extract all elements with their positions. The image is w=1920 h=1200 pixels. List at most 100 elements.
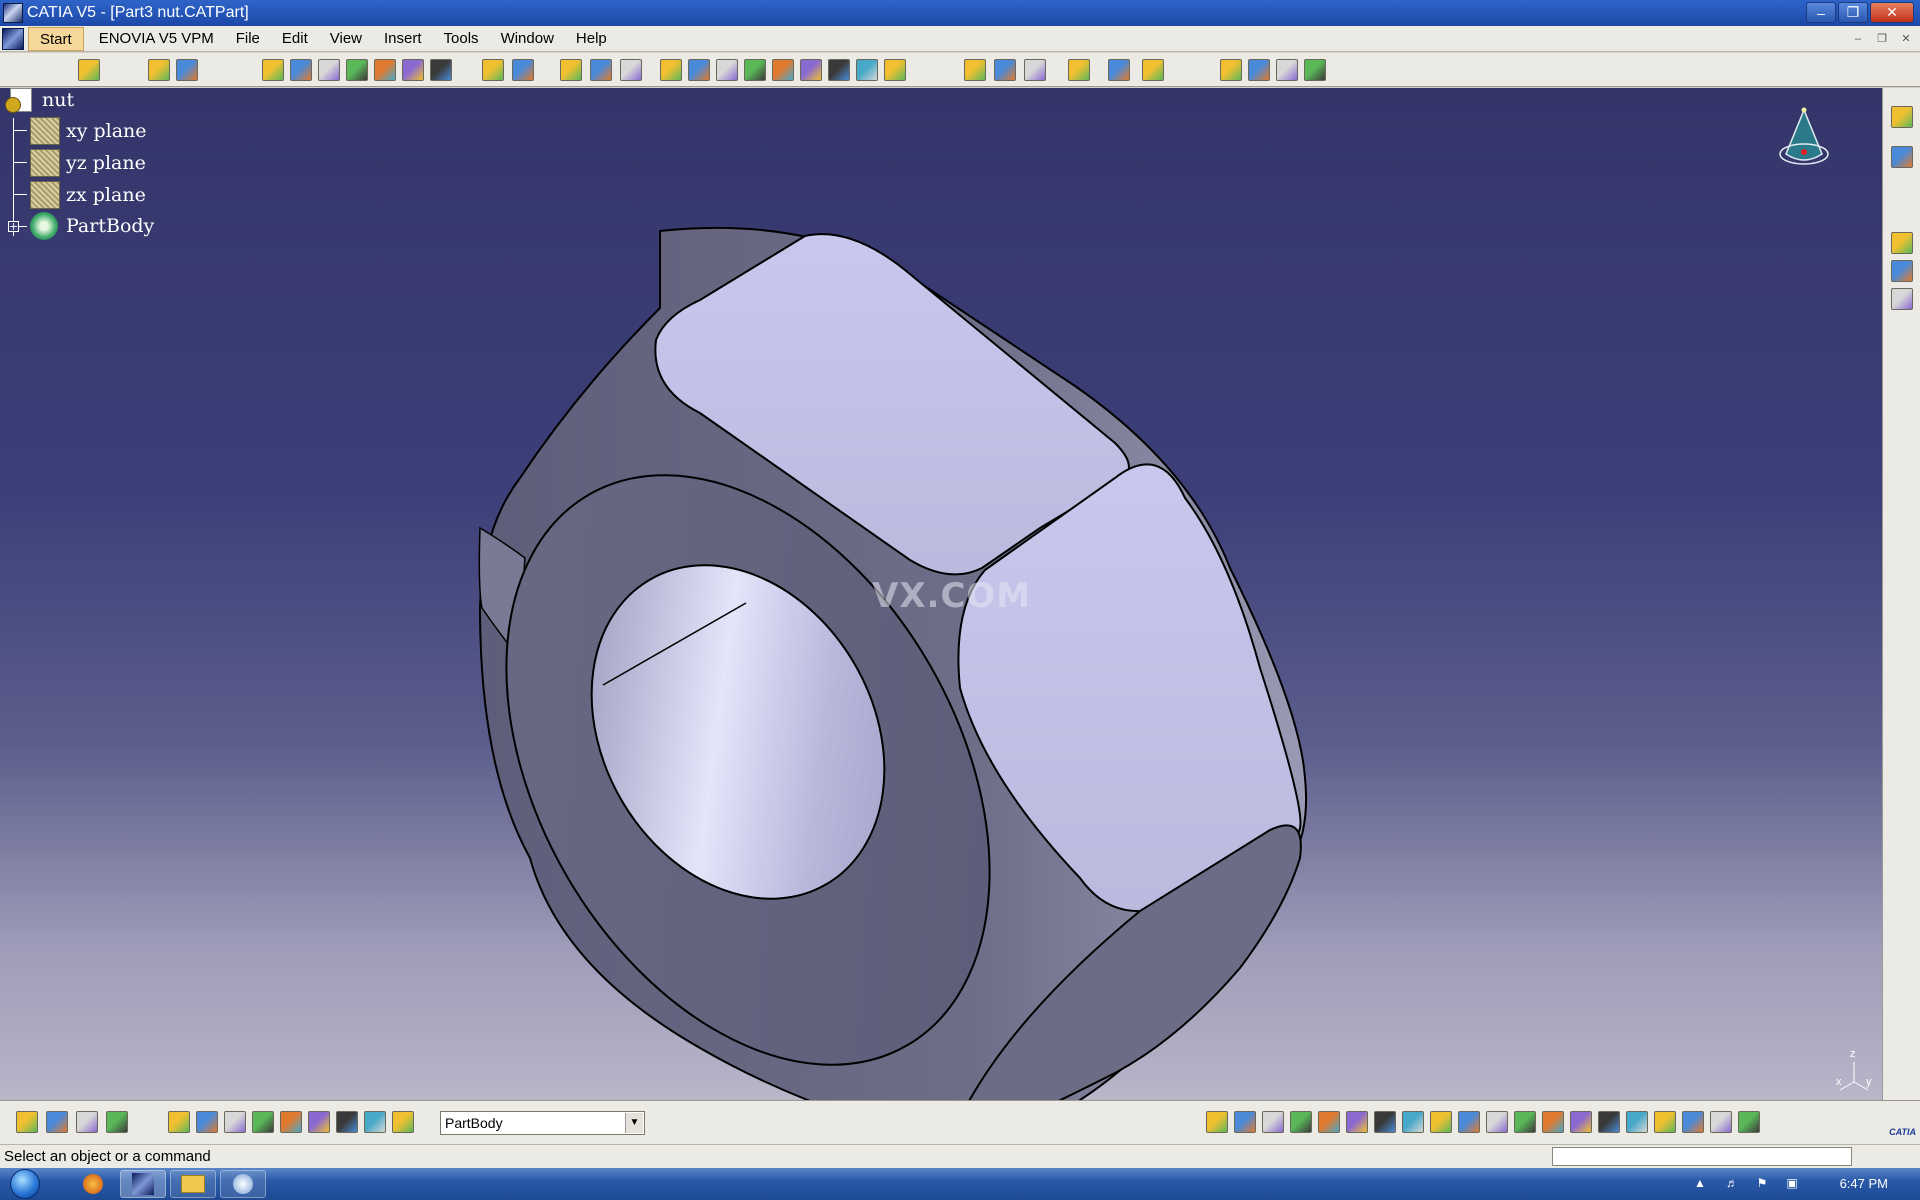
current-body-select[interactable]: PartBody ▼ xyxy=(440,1111,645,1135)
layer-icon[interactable] xyxy=(364,1111,386,1133)
stiffener-icon[interactable] xyxy=(402,59,424,81)
firefox-taskbar-icon[interactable] xyxy=(70,1170,116,1198)
close-button[interactable]: ✕ xyxy=(1870,2,1914,23)
thick-surface-icon[interactable] xyxy=(828,59,850,81)
zoom-in-icon[interactable] xyxy=(1598,1111,1620,1133)
fly-icon[interactable] xyxy=(196,1111,218,1133)
analysis-icon[interactable] xyxy=(1304,59,1326,81)
wireframe-icon[interactable] xyxy=(308,1111,330,1133)
chevron-down-icon[interactable]: ▼ xyxy=(625,1113,643,1133)
hide-show-icon[interactable] xyxy=(336,1111,358,1133)
split-icon[interactable] xyxy=(800,59,822,81)
save-icon[interactable] xyxy=(1262,1111,1284,1133)
catia-taskbar-button[interactable] xyxy=(120,1170,166,1198)
view-mode-icon[interactable] xyxy=(1891,106,1913,128)
print-icon[interactable] xyxy=(1290,1111,1312,1133)
scale-icon[interactable] xyxy=(1142,59,1164,81)
new-icon[interactable] xyxy=(1206,1111,1228,1133)
doc-close-button[interactable]: ✕ xyxy=(1896,30,1916,47)
boolean-icon[interactable] xyxy=(1220,59,1242,81)
capture-icon[interactable] xyxy=(168,1111,190,1133)
undo-icon[interactable] xyxy=(1402,1111,1424,1133)
catia-app-icon[interactable] xyxy=(3,3,23,23)
numeric-icon[interactable] xyxy=(280,1111,302,1133)
redo-icon[interactable] xyxy=(1430,1111,1452,1133)
lock-icon[interactable] xyxy=(106,1111,128,1133)
apply-material-icon[interactable] xyxy=(1891,146,1913,168)
compass-icon[interactable] xyxy=(1774,104,1834,184)
rotate-icon[interactable] xyxy=(994,59,1016,81)
doc-minimize-button[interactable]: – xyxy=(1848,30,1868,47)
menu-tools[interactable]: Tools xyxy=(433,27,490,51)
tray-arrow-icon[interactable]: ▲ xyxy=(1692,1176,1708,1192)
view-mode-icon[interactable] xyxy=(1710,1111,1732,1133)
point-icon[interactable] xyxy=(716,59,738,81)
close-surface-icon[interactable] xyxy=(856,59,878,81)
sew-surface-icon[interactable] xyxy=(884,59,906,81)
catia-menu-icon[interactable] xyxy=(2,27,24,50)
center-icon[interactable] xyxy=(1514,1111,1536,1133)
open-icon[interactable] xyxy=(1234,1111,1256,1133)
menu-enovia[interactable]: ENOVIA V5 VPM xyxy=(88,27,225,51)
menu-start[interactable]: Start xyxy=(28,26,84,51)
menu-help[interactable]: Help xyxy=(565,27,618,51)
formula-icon[interactable] xyxy=(1891,260,1913,282)
menu-insert[interactable]: Insert xyxy=(373,27,433,51)
whats-this-icon[interactable] xyxy=(1458,1111,1480,1133)
catalog-icon[interactable] xyxy=(1891,288,1913,310)
menu-view[interactable]: View xyxy=(319,27,373,51)
maximize-button[interactable]: ❐ xyxy=(1838,2,1868,23)
fix-icon[interactable] xyxy=(76,1111,98,1133)
3d-viewport[interactable]: nut xy plane yz plane zx plane + PartBod… xyxy=(0,88,1882,1100)
hole-icon[interactable] xyxy=(318,59,340,81)
pattern-icon[interactable] xyxy=(1108,59,1130,81)
select-icon[interactable] xyxy=(1248,59,1270,81)
rotate-view-icon[interactable] xyxy=(1570,1111,1592,1133)
body-icon[interactable] xyxy=(392,1111,414,1133)
minimize-button[interactable]: – xyxy=(1806,2,1836,23)
chamfer-icon[interactable] xyxy=(560,59,582,81)
draft-icon[interactable] xyxy=(590,59,612,81)
sketcher-icon[interactable] xyxy=(78,59,100,81)
axis-icon[interactable] xyxy=(252,1111,274,1133)
constraint-icon[interactable] xyxy=(46,1111,68,1133)
knowledge-icon[interactable] xyxy=(1891,232,1913,254)
fillet-icon[interactable] xyxy=(512,59,534,81)
normal-view-icon[interactable] xyxy=(1654,1111,1676,1133)
symmetry-icon[interactable] xyxy=(1024,59,1046,81)
pan-view-icon[interactable] xyxy=(1542,1111,1564,1133)
plane-icon[interactable] xyxy=(772,59,794,81)
menu-file[interactable]: File xyxy=(225,27,271,51)
slot-icon[interactable] xyxy=(374,59,396,81)
fit-all-icon[interactable] xyxy=(1486,1111,1508,1133)
line-icon[interactable] xyxy=(744,59,766,81)
flag-icon[interactable]: ⚑ xyxy=(1754,1176,1770,1192)
explorer-taskbar-button[interactable] xyxy=(170,1170,216,1198)
shaft-icon[interactable] xyxy=(262,59,284,81)
thickness-icon[interactable] xyxy=(660,59,682,81)
cut-icon[interactable] xyxy=(1318,1111,1340,1133)
shell-icon[interactable] xyxy=(620,59,642,81)
rib-icon[interactable] xyxy=(346,59,368,81)
power-input-field[interactable] xyxy=(1552,1147,1852,1166)
shading-icon[interactable] xyxy=(1738,1111,1760,1133)
groove-icon[interactable] xyxy=(290,59,312,81)
update-icon[interactable] xyxy=(16,1111,38,1133)
multi-pad-icon[interactable] xyxy=(482,59,504,81)
solid-combine-icon[interactable] xyxy=(430,59,452,81)
menu-edit[interactable]: Edit xyxy=(271,27,319,51)
network-icon[interactable]: ▣ xyxy=(1784,1176,1800,1192)
pan-icon[interactable] xyxy=(224,1111,246,1133)
doc-restore-button[interactable]: ❐ xyxy=(1872,30,1892,47)
quick-view-icon[interactable] xyxy=(1682,1111,1704,1133)
pocket-icon[interactable] xyxy=(176,59,198,81)
taskbar-clock[interactable]: 6:47 PM xyxy=(1840,1176,1888,1191)
media-taskbar-button[interactable] xyxy=(220,1170,266,1198)
volume-icon[interactable]: ♬ xyxy=(1724,1176,1740,1192)
zoom-out-icon[interactable] xyxy=(1626,1111,1648,1133)
menu-window[interactable]: Window xyxy=(490,27,565,51)
measure-icon[interactable] xyxy=(1276,59,1298,81)
windows-start-button[interactable] xyxy=(10,1169,40,1199)
translate-icon[interactable] xyxy=(964,59,986,81)
mirror-icon[interactable] xyxy=(1068,59,1090,81)
